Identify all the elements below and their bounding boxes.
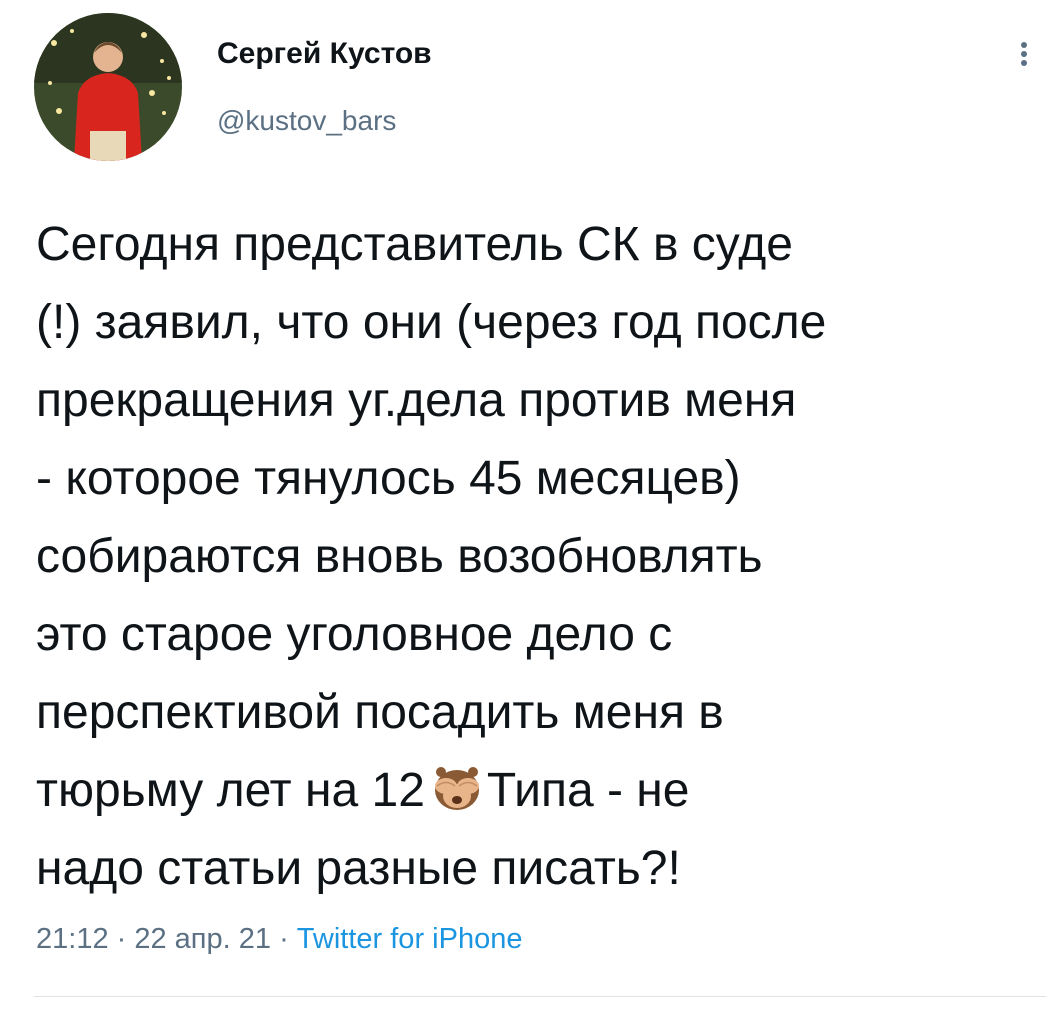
tweet-source-link[interactable]: Twitter for iPhone <box>297 923 523 955</box>
tweet-line: Сегодня представитель СК в суде <box>36 218 793 271</box>
tweet-line: - которое тянулось 45 месяцев) <box>36 452 741 505</box>
tweet-meta: 21:12 · 22 апр. 21 · Twitter for iPhone <box>36 919 522 959</box>
tweet-line: надо статьи разные писать?! <box>36 842 681 895</box>
tweet-text: Сегодня представитель СК в суде (!) заяв… <box>36 206 1056 908</box>
tweet-date[interactable]: 22 апр. 21 <box>134 923 271 955</box>
tweet-line: тюрьму лет на 12 Типа - не <box>36 752 1056 830</box>
tweet-time[interactable]: 21:12 <box>36 923 109 955</box>
tweet-line: собираются вновь возобновлять <box>36 530 763 583</box>
more-options-icon[interactable] <box>1002 32 1046 76</box>
tweet-line-part: Типа - не <box>486 764 690 817</box>
divider <box>34 996 1046 997</box>
author-name[interactable]: Сергей Кустов <box>217 36 432 72</box>
tweet-line: (!) заявил, что они (через год после <box>36 296 827 349</box>
author-handle[interactable]: @kustov_bars <box>217 104 396 138</box>
tweet-line: это старое уголовное дело с <box>36 608 673 661</box>
meta-separator: · <box>108 923 135 955</box>
tweet-line: перспективой посадить меня в <box>36 686 724 739</box>
see-no-evil-monkey-icon <box>431 764 483 812</box>
avatar-photo <box>34 13 182 161</box>
tweet-line: прекращения уг.дела против меня <box>36 374 797 427</box>
tweet-line-part: тюрьму лет на 12 <box>36 764 425 817</box>
avatar[interactable] <box>34 13 182 161</box>
meta-separator: · <box>271 923 297 955</box>
